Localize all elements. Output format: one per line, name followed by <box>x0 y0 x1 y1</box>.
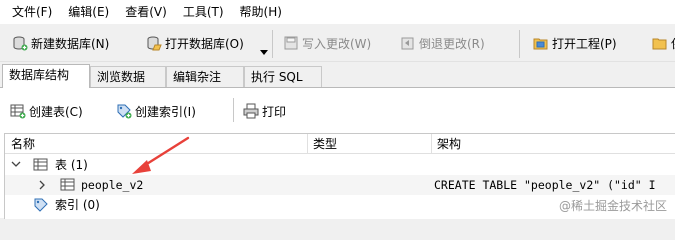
annotation-arrow-icon <box>132 136 190 174</box>
watermark: @稀土掘金技术社区 <box>558 199 667 213</box>
tab-database-structure[interactable]: 数据库结构 <box>2 64 90 88</box>
